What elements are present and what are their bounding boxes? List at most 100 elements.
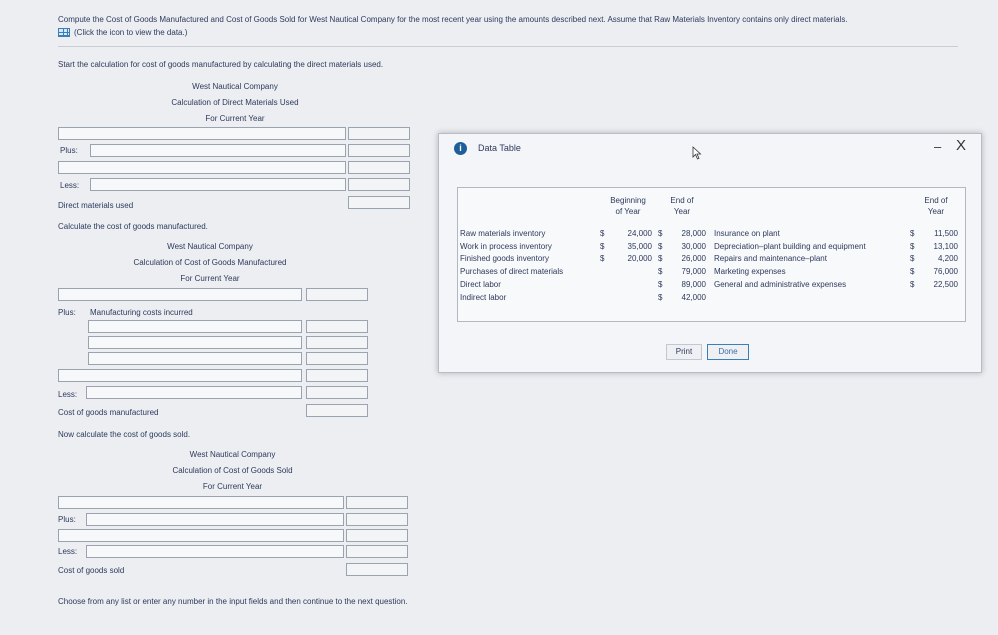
cogm-prompt: Calculate the cost of goods manufactured… bbox=[58, 222, 208, 231]
modal-title: Data Table bbox=[478, 143, 521, 153]
dm-plus-select[interactable] bbox=[90, 144, 346, 157]
right-row-value: 4,200 bbox=[937, 254, 958, 264]
dm-less-select[interactable] bbox=[90, 178, 346, 191]
right-row-sign: $ bbox=[910, 279, 915, 289]
print-button[interactable]: Print bbox=[666, 344, 702, 360]
cogs-less-amount[interactable] bbox=[346, 545, 408, 558]
left-row-end-value: 89,000 bbox=[681, 279, 706, 289]
col-end-left-header: End of Year bbox=[656, 195, 708, 217]
left-row-begin-sign: $ bbox=[600, 241, 605, 251]
cogm-line5-select[interactable] bbox=[58, 369, 302, 382]
cogs-plus-amount[interactable] bbox=[346, 513, 408, 526]
divider bbox=[58, 46, 958, 47]
dm-plus-label: Plus: bbox=[60, 146, 78, 155]
info-icon: i bbox=[454, 142, 467, 155]
left-row-end-sign: $ bbox=[658, 229, 663, 238]
right-row-sign: $ bbox=[910, 254, 915, 264]
cogm-mfg-select-3[interactable] bbox=[88, 352, 302, 365]
dm-total-amount[interactable] bbox=[348, 196, 410, 209]
table-icon[interactable] bbox=[58, 28, 70, 37]
col-beginning-header: Beginning of Year bbox=[600, 195, 656, 217]
cogs-prompt: Now calculate the cost of goods sold. bbox=[58, 430, 191, 439]
cogm-total-amount[interactable] bbox=[306, 404, 368, 417]
cogm-mfg-amount-1[interactable] bbox=[306, 320, 368, 333]
dm-line1-amount[interactable] bbox=[348, 127, 410, 140]
left-row-end-sign: $ bbox=[658, 279, 663, 289]
cogm-mfg-amount-2[interactable] bbox=[306, 336, 368, 349]
left-row-label: Indirect labor bbox=[460, 292, 507, 302]
col-beginning-line2: of Year bbox=[615, 207, 641, 216]
left-row-end-sign: $ bbox=[658, 267, 663, 277]
cogm-period: For Current Year bbox=[180, 274, 240, 283]
start-text: Start the calculation for cost of goods … bbox=[58, 60, 384, 69]
cogm-mfg-amount-3[interactable] bbox=[306, 352, 368, 365]
left-row-label: Raw materials inventory bbox=[460, 229, 546, 238]
cogs-total-label: Cost of goods sold bbox=[58, 566, 125, 575]
cogm-less-select[interactable] bbox=[86, 386, 302, 399]
cogs-less-select[interactable] bbox=[86, 545, 344, 558]
dm-less-amount[interactable] bbox=[348, 178, 410, 191]
dm-title: Calculation of Direct Materials Used bbox=[171, 98, 299, 107]
cogs-line1-amount[interactable] bbox=[346, 496, 408, 509]
left-row-end-value: 26,000 bbox=[681, 254, 706, 264]
close-icon[interactable]: X bbox=[956, 137, 966, 154]
cogm-line1-select[interactable] bbox=[58, 288, 302, 301]
left-row-end-value: 42,000 bbox=[681, 292, 706, 302]
data-link-text[interactable]: (Click the icon to view the data.) bbox=[74, 28, 187, 37]
cogm-mfg-select-2[interactable] bbox=[88, 336, 302, 349]
done-button[interactable]: Done bbox=[707, 344, 749, 360]
right-row-label: Insurance on plant bbox=[714, 229, 780, 238]
right-row-sign: $ bbox=[910, 241, 915, 251]
left-row-begin-sign: $ bbox=[600, 254, 605, 264]
col-end-right-line2: Year bbox=[927, 207, 945, 216]
cogs-line3-select[interactable] bbox=[58, 529, 344, 542]
dm-line1-select[interactable] bbox=[58, 127, 346, 140]
cogs-plus-select[interactable] bbox=[86, 513, 344, 526]
dm-line3-amount[interactable] bbox=[348, 161, 410, 174]
cogm-line5-amount[interactable] bbox=[306, 369, 368, 382]
cogs-line1-select[interactable] bbox=[58, 496, 344, 509]
cogm-title: Calculation of Cost of Goods Manufacture… bbox=[133, 258, 287, 267]
cogm-less-amount[interactable] bbox=[306, 386, 368, 399]
cogs-line3-amount[interactable] bbox=[346, 529, 408, 542]
cogs-company: West Nautical Company bbox=[189, 450, 276, 459]
left-row-label: Work in process inventory bbox=[460, 241, 552, 251]
right-row-label: Marketing expenses bbox=[714, 267, 786, 277]
right-row-label: Depreciation–plant building and equipmen… bbox=[714, 241, 866, 251]
col-end-left-line2: Year bbox=[673, 207, 691, 216]
dm-company: West Nautical Company bbox=[192, 82, 278, 91]
dm-line3-select[interactable] bbox=[58, 161, 346, 174]
left-row-begin-sign: $ bbox=[600, 229, 605, 238]
cursor-icon bbox=[692, 146, 702, 160]
left-row-end-sign: $ bbox=[658, 292, 663, 302]
footer-instructions: Choose from any list or enter any number… bbox=[58, 597, 408, 606]
dm-period: For Current Year bbox=[205, 114, 265, 123]
left-row-begin-value: 35,000 bbox=[627, 241, 652, 251]
col-beginning-line1: Beginning bbox=[610, 196, 646, 205]
left-row-end-value: 79,000 bbox=[681, 267, 706, 277]
cogm-line1-amount[interactable] bbox=[306, 288, 368, 301]
left-row-begin-value: 20,000 bbox=[627, 254, 652, 264]
left-row-end-value: 28,000 bbox=[681, 229, 706, 238]
right-row-label: Repairs and maintenance–plant bbox=[714, 254, 827, 264]
data-link[interactable]: (Click the icon to view the data.) bbox=[58, 28, 187, 37]
cogs-total-amount[interactable] bbox=[346, 563, 408, 576]
cogm-company: West Nautical Company bbox=[167, 242, 253, 251]
cogs-title: Calculation of Cost of Goods Sold bbox=[172, 466, 293, 475]
right-row-sign: $ bbox=[910, 267, 915, 277]
left-row-label: Finished goods inventory bbox=[460, 254, 549, 264]
cogs-less-label: Less: bbox=[58, 547, 78, 556]
question-intro: Compute the Cost of Goods Manufactured a… bbox=[58, 15, 848, 24]
minimize-icon[interactable]: – bbox=[934, 139, 941, 154]
cogm-less-label: Less: bbox=[58, 390, 78, 399]
right-row-value: 13,100 bbox=[933, 241, 958, 251]
cogm-total-label: Cost of goods manufactured bbox=[58, 408, 159, 417]
right-row-value: 76,000 bbox=[933, 267, 958, 277]
dm-less-label: Less: bbox=[60, 181, 80, 190]
col-end-right-line1: End of bbox=[924, 196, 948, 205]
cogm-mfg-select-1[interactable] bbox=[88, 320, 302, 333]
left-row-end-value: 30,000 bbox=[681, 241, 706, 251]
dm-plus-amount[interactable] bbox=[348, 144, 410, 157]
cogs-plus-label: Plus: bbox=[58, 515, 76, 524]
right-row-value: 22,500 bbox=[933, 279, 958, 289]
